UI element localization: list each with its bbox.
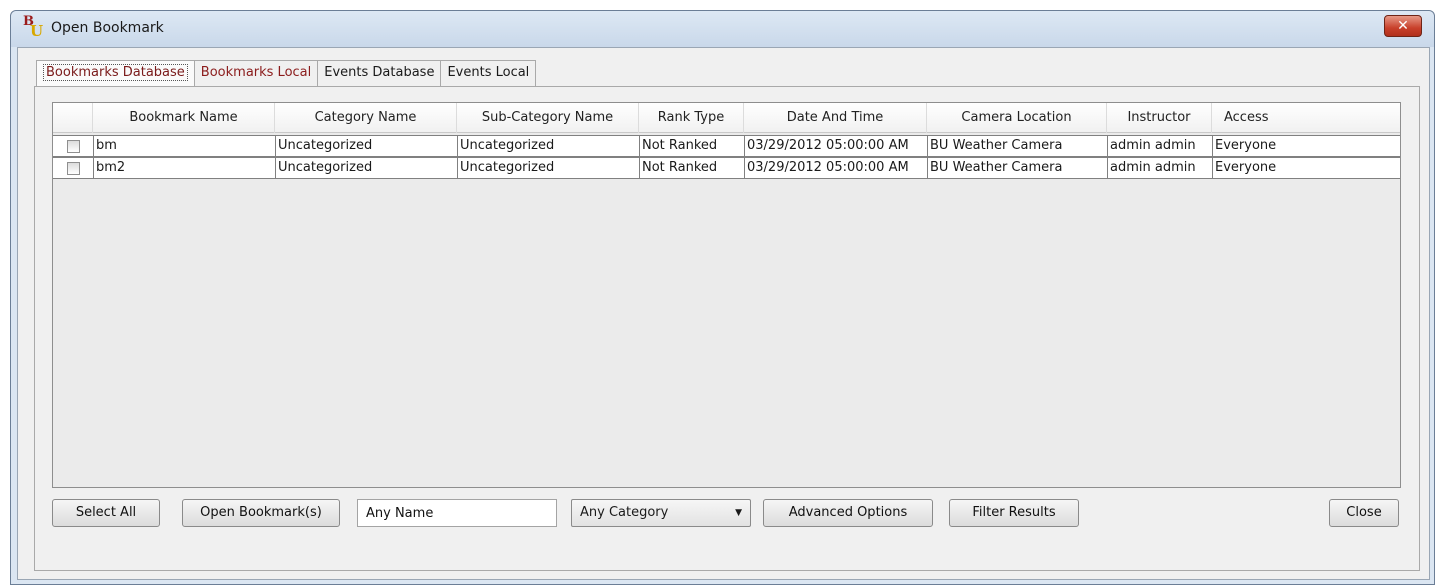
- cell-rank-type: Not Ranked: [639, 136, 744, 156]
- close-button[interactable]: Close: [1329, 499, 1399, 527]
- column-header-rank-type[interactable]: Rank Type: [639, 103, 744, 133]
- cell-access: Everyone: [1212, 136, 1400, 156]
- column-header-instructor[interactable]: Instructor: [1107, 103, 1212, 133]
- cell-date-and-time: 03/29/2012 05:00:00 AM: [744, 136, 927, 156]
- cell-camera-location: BU Weather Camera: [927, 136, 1107, 156]
- row-checkbox[interactable]: [67, 140, 80, 153]
- tab-bookmarks-local[interactable]: Bookmarks Local: [193, 60, 319, 86]
- column-header-bookmark-name[interactable]: Bookmark Name: [93, 103, 275, 133]
- column-header-date-and-time[interactable]: Date And Time: [744, 103, 927, 133]
- tab-bookmarks-database[interactable]: Bookmarks Database: [36, 60, 195, 87]
- category-select-value: Any Category: [580, 505, 669, 520]
- column-header-access[interactable]: Access: [1212, 103, 1400, 133]
- window-close-icon[interactable]: ✕: [1384, 15, 1422, 37]
- column-header-category-name[interactable]: Category Name: [275, 103, 457, 133]
- cell-subcategory-name: Uncategorized: [457, 158, 639, 178]
- cell-bookmark-name: bm2: [93, 158, 275, 178]
- cell-category-name: Uncategorized: [275, 158, 457, 178]
- chevron-down-icon: ▼: [735, 508, 742, 518]
- title-bar: B U Open Bookmark ✕: [11, 11, 1434, 47]
- cell-instructor: admin admin: [1107, 136, 1212, 156]
- tab-panel: Bookmark Name Category Name Sub-Category…: [34, 86, 1420, 571]
- window-title: Open Bookmark: [51, 20, 164, 36]
- app-logo-icon: B U: [23, 14, 44, 40]
- tab-events-database[interactable]: Events Database: [317, 60, 442, 86]
- open-bookmarks-button[interactable]: Open Bookmark(s): [182, 499, 340, 527]
- row-checkbox[interactable]: [67, 162, 80, 175]
- column-header-subcategory-name[interactable]: Sub-Category Name: [457, 103, 639, 133]
- cell-camera-location: BU Weather Camera: [927, 158, 1107, 178]
- open-bookmark-window: B U Open Bookmark ✕ Bookmarks Database B…: [10, 10, 1435, 585]
- tab-events-local[interactable]: Events Local: [440, 60, 537, 86]
- cell-rank-type: Not Ranked: [639, 158, 744, 178]
- table-row[interactable]: bm Uncategorized Uncategorized Not Ranke…: [53, 135, 1400, 157]
- dialog-content: Bookmarks Database Bookmarks Local Event…: [17, 47, 1430, 580]
- column-header-select: [53, 103, 93, 133]
- advanced-options-button[interactable]: Advanced Options: [763, 499, 933, 527]
- cell-bookmark-name: bm: [93, 136, 275, 156]
- cell-date-and-time: 03/29/2012 05:00:00 AM: [744, 158, 927, 178]
- table-header: Bookmark Name Category Name Sub-Category…: [53, 103, 1400, 133]
- category-select[interactable]: Any Category ▼: [571, 499, 751, 527]
- name-filter-input[interactable]: [357, 499, 557, 527]
- column-header-camera-location[interactable]: Camera Location: [927, 103, 1107, 133]
- cell-instructor: admin admin: [1107, 158, 1212, 178]
- filter-results-button[interactable]: Filter Results: [949, 499, 1079, 527]
- select-all-button[interactable]: Select All: [52, 499, 160, 527]
- tab-strip: Bookmarks Database Bookmarks Local Event…: [36, 60, 537, 87]
- cell-category-name: Uncategorized: [275, 136, 457, 156]
- table-row[interactable]: bm2 Uncategorized Uncategorized Not Rank…: [53, 157, 1400, 179]
- cell-access: Everyone: [1212, 158, 1400, 178]
- cell-subcategory-name: Uncategorized: [457, 136, 639, 156]
- bookmarks-table: Bookmark Name Category Name Sub-Category…: [52, 102, 1401, 488]
